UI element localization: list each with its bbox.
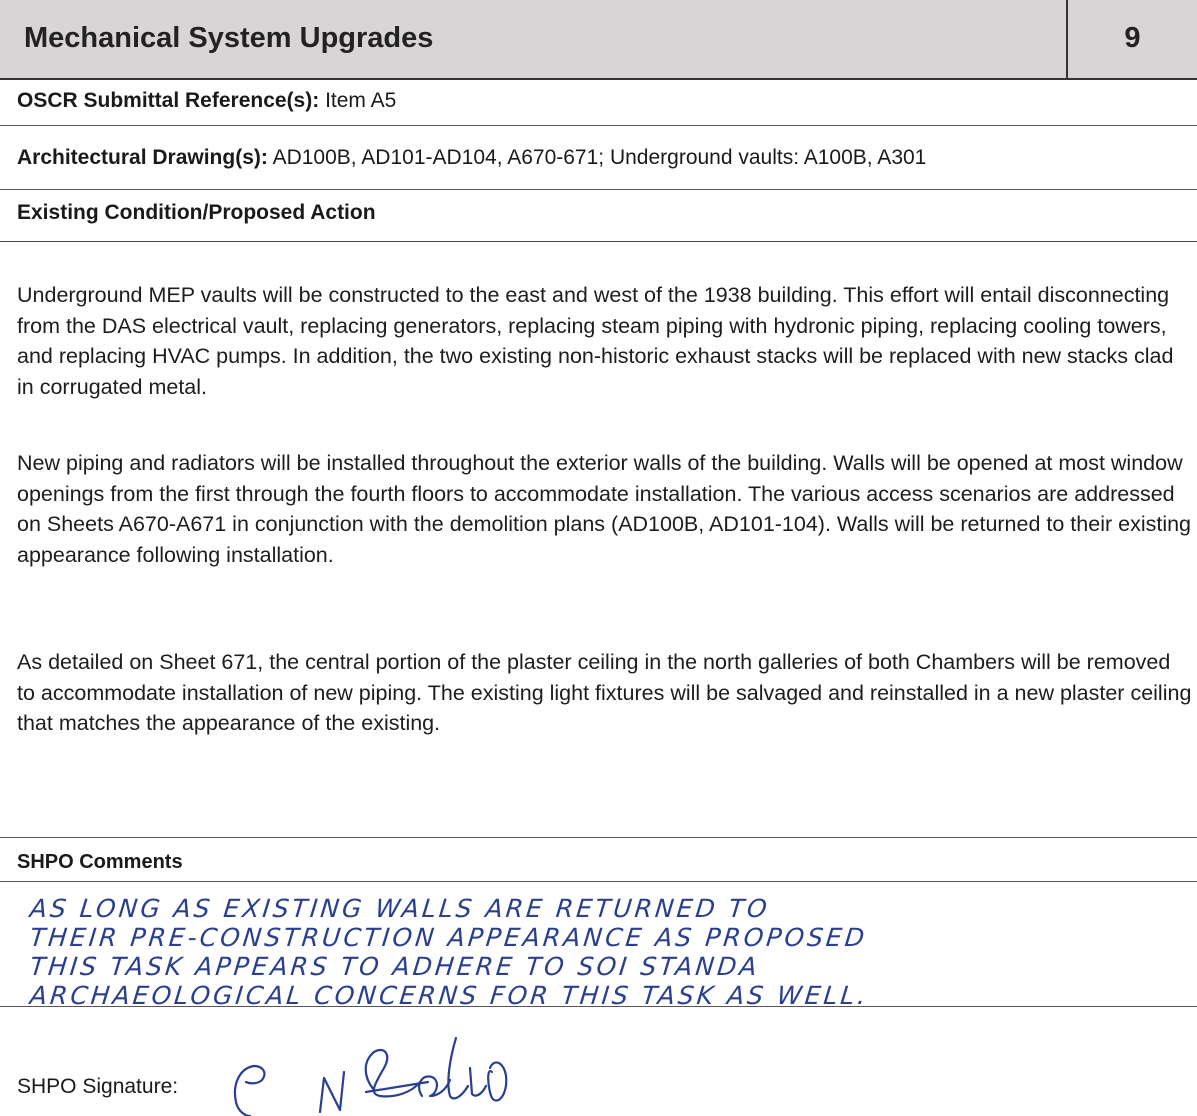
shpo-signature-row: SHPO Signature: [0,1006,1197,1116]
oscr-reference: OSCR Submittal Reference(s): Item A5 [17,89,396,113]
shpo-handwritten-comments: AS LONG AS EXISTING WALLS ARE RETURNED T… [0,882,1197,1010]
drawings-row: Architectural Drawing(s): AD100B, AD101-… [0,126,1197,190]
handwritten-signature [233,1036,508,1116]
existing-condition-header-row: Existing Condition/Proposed Action [0,190,1197,242]
body-paragraph: As detailed on Sheet 671, the central po… [17,650,1192,735]
drawings-label: Architectural Drawing(s): [17,146,268,169]
shpo-comments-label: SHPO Comments [17,851,183,873]
section-title: Mechanical System Upgrades [24,22,434,54]
shpo-comments-header-row: SHPO Comments [0,838,1197,882]
handwritten-line: THEIR PRE-CONSTRUCTION APPEARANCE AS PRO… [28,923,869,952]
handwritten-line: AS LONG AS EXISTING WALLS ARE RETURNED T… [28,894,772,923]
existing-condition-body: Underground MEP vaults will be construct… [0,242,1197,838]
shpo-signature-label: SHPO Signature: [17,1075,179,1098]
oscr-value: Item A5 [325,89,397,112]
drawings-reference: Architectural Drawing(s): AD100B, AD101-… [17,146,926,170]
drawings-value: AD100B, AD101-AD104, A670-671; Undergrou… [272,146,927,169]
handwritten-line: THIS TASK APPEARS TO ADHERE TO SOI STAND… [28,952,762,981]
oscr-reference-row: OSCR Submittal Reference(s): Item A5 [0,80,1197,126]
form-sheet: Mechanical System Upgrades 9 OSCR Submit… [0,0,1197,1116]
item-number: 9 [1124,22,1141,54]
oscr-label: OSCR Submittal Reference(s): [17,89,320,112]
existing-condition-label: Existing Condition/Proposed Action [17,201,376,224]
body-paragraph: New piping and radiators will be install… [17,451,1192,567]
section-header: Mechanical System Upgrades 9 [0,0,1197,80]
body-paragraph: Underground MEP vaults will be construct… [17,283,1174,399]
